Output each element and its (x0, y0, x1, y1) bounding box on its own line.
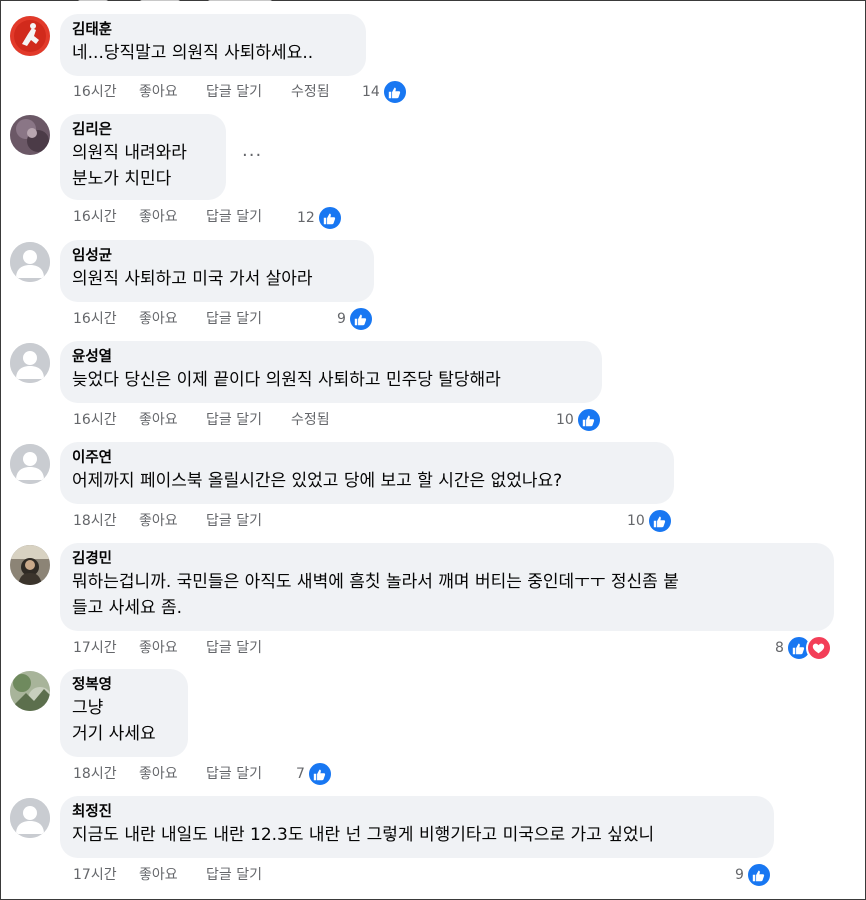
comment-text: 늦었다 당신은 이제 끝이다 의원직 사퇴하고 민주당 탈당해라 (72, 370, 501, 390)
reactions-summary[interactable]: 10 (627, 508, 673, 534)
reactions-summary[interactable]: 10 (556, 407, 602, 433)
edited-label[interactable]: 수정됨 (291, 82, 330, 102)
reply-button[interactable]: 답글 달기 (206, 865, 262, 885)
avatar[interactable] (10, 343, 50, 383)
reactions-summary[interactable]: 8 (775, 635, 832, 661)
commenter-name[interactable]: 김경민 (72, 550, 822, 569)
comment-time[interactable]: 16시간 (73, 410, 117, 430)
avatar[interactable] (10, 115, 50, 155)
avatar[interactable] (10, 16, 50, 56)
reactions-summary[interactable]: 14 (362, 79, 408, 105)
reply-button[interactable]: 답글 달기 (206, 638, 262, 658)
comment-bubble: 김경민 뭐하는겁니까. 국민들은 아직도 새벽에 흠칫 놀라서 깨며 버티는 중… (60, 543, 834, 631)
reaction-count: 7 (296, 766, 305, 782)
like-button[interactable]: 좋아요 (139, 309, 178, 329)
reactions-summary[interactable]: 12 (297, 205, 343, 231)
reaction-count: 14 (362, 84, 380, 100)
comment-time[interactable]: 16시간 (73, 309, 117, 329)
reply-button[interactable]: 답글 달기 (206, 511, 262, 531)
reaction-count: 9 (735, 867, 744, 883)
comment-text: 의원직 내려와라 (72, 143, 187, 163)
more-options-icon[interactable]: ··· (242, 145, 262, 166)
comment-bubble: 김태훈 네...당직말고 의원직 사퇴하세요.. (60, 14, 366, 76)
commenter-name[interactable]: 윤성열 (72, 348, 590, 367)
comment-time[interactable]: 17시간 (73, 638, 117, 658)
avatar[interactable] (10, 545, 50, 585)
like-reaction-icon (347, 306, 374, 332)
comment-text: 그냥 (72, 698, 104, 718)
reactions-summary[interactable]: 7 (296, 761, 333, 787)
comment-bubble: 임성균 의원직 사퇴하고 미국 가서 살아라 (60, 240, 374, 302)
comment-text: 네...당직말고 의원직 사퇴하세요.. (72, 43, 314, 63)
reaction-count: 8 (775, 640, 784, 656)
comment-time[interactable]: 16시간 (73, 207, 117, 227)
commenter-name[interactable]: 최정진 (72, 803, 762, 822)
avatar[interactable] (10, 798, 50, 838)
like-button[interactable]: 좋아요 (139, 511, 178, 531)
comment-bubble: 정복영 그냥 거기 사세요 (60, 669, 188, 757)
reaction-count: 10 (556, 412, 574, 428)
cropped-previous-actions (0, 0, 866, 3)
commenter-name[interactable]: 임성균 (72, 247, 362, 266)
comment-text: 뭐하는겁니까. 국민들은 아직도 새벽에 흠칫 놀라서 깨며 버티는 중인데ㅜㅜ… (72, 572, 679, 592)
comment-bubble: 윤성열 늦었다 당신은 이제 끝이다 의원직 사퇴하고 민주당 탈당해라 (60, 341, 602, 403)
comment-text: 거기 사세요 (72, 724, 156, 744)
avatar[interactable] (10, 444, 50, 484)
reply-button[interactable]: 답글 달기 (206, 309, 262, 329)
comment-time[interactable]: 18시간 (73, 764, 117, 784)
like-button[interactable]: 좋아요 (139, 410, 178, 430)
reactions-summary[interactable]: 9 (735, 862, 772, 888)
comment-text: 어제까지 페이스북 올릴시간은 있었고 당에 보고 할 시간은 없었나요? (72, 471, 563, 491)
reply-button[interactable]: 답글 달기 (206, 764, 262, 784)
comment-bubble: 최정진 지금도 내란 내일도 내란 12.3도 내란 넌 그렇게 비행기타고 미… (60, 796, 774, 858)
commenter-name[interactable]: 이주연 (72, 449, 662, 468)
reaction-count: 9 (337, 311, 346, 327)
comment-time[interactable]: 17시간 (73, 865, 117, 885)
love-reaction-icon (805, 635, 832, 661)
comment-text: 분노가 치민다 (72, 169, 172, 189)
like-reaction-icon (745, 862, 772, 888)
like-button[interactable]: 좋아요 (139, 207, 178, 227)
like-reaction-icon (306, 761, 333, 787)
comment-text: 지금도 내란 내일도 내란 12.3도 내란 넌 그렇게 비행기타고 미국으로 … (72, 825, 655, 845)
avatar[interactable] (10, 242, 50, 282)
like-button[interactable]: 좋아요 (139, 865, 178, 885)
reply-button[interactable]: 답글 달기 (206, 207, 262, 227)
comment-text: 들고 사세요 좀. (72, 598, 183, 618)
comment-bubble: 김리은 의원직 내려와라 분노가 치민다 (60, 114, 226, 200)
commenter-name[interactable]: 김리은 (72, 121, 214, 140)
like-reaction-icon (381, 79, 408, 105)
like-reaction-icon (646, 508, 673, 534)
edited-label[interactable]: 수정됨 (291, 410, 330, 430)
comment-time[interactable]: 18시간 (73, 511, 117, 531)
comment-time[interactable]: 16시간 (73, 82, 117, 102)
comment-text: 의원직 사퇴하고 미국 가서 살아라 (72, 269, 313, 289)
like-button[interactable]: 좋아요 (139, 638, 178, 658)
avatar[interactable] (10, 671, 50, 711)
reply-button[interactable]: 답글 달기 (206, 410, 262, 430)
like-button[interactable]: 좋아요 (139, 764, 178, 784)
comment-bubble: 이주연 어제까지 페이스북 올릴시간은 있었고 당에 보고 할 시간은 없었나요… (60, 442, 674, 504)
reactions-summary[interactable]: 9 (337, 306, 374, 332)
like-reaction-icon (316, 205, 343, 231)
reaction-count: 12 (297, 210, 315, 226)
reaction-count: 10 (627, 513, 645, 529)
reply-button[interactable]: 답글 달기 (206, 82, 262, 102)
commenter-name[interactable]: 김태훈 (72, 21, 354, 40)
commenter-name[interactable]: 정복영 (72, 676, 176, 695)
like-reaction-icon (575, 407, 602, 433)
like-button[interactable]: 좋아요 (139, 82, 178, 102)
